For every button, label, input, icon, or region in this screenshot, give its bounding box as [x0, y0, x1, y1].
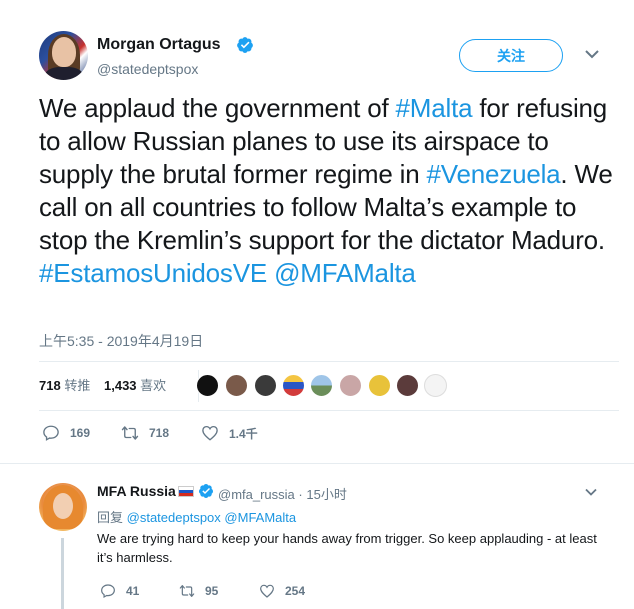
hashtag-estamosunidosve-link[interactable]: #EstamosUnidosVE [39, 258, 267, 288]
liker-avatar[interactable] [424, 374, 447, 397]
meta-separator: · [298, 487, 303, 502]
tweet-text: We applaud the government of #Malta for … [39, 92, 619, 290]
reply-actions: 41 95 254 [97, 581, 597, 601]
liker-avatar[interactable] [225, 374, 248, 397]
divider [0, 463, 634, 464]
reply-meta: @mfa_russia · 15小时 [218, 484, 347, 503]
reply-author-name[interactable]: MFA Russia [97, 483, 176, 499]
replying-to: 回复 @statedeptspox @MFAMalta [97, 507, 296, 526]
retweet-button[interactable]: 95 [178, 581, 218, 601]
retweet-icon [121, 426, 139, 440]
like-stat-label: 喜欢 [140, 378, 167, 393]
reply-text: We are trying hard to keep your hands aw… [97, 531, 597, 565]
retweet-count: 718 [149, 426, 170, 440]
divider [39, 410, 619, 411]
reply-time[interactable]: 15小时 [306, 487, 346, 502]
reply-to-mention[interactable]: @statedeptspox [127, 510, 221, 525]
reply-button[interactable]: 41 [99, 581, 139, 601]
reply-icon [101, 584, 115, 599]
like-icon [260, 584, 274, 598]
author-name[interactable]: Morgan Ortagus [97, 36, 221, 54]
follow-button[interactable]: 关注 [459, 39, 563, 72]
tweet-header: Morgan Ortagus @statedeptspox 关注 [39, 31, 609, 81]
retweet-stat-label: 转推 [64, 378, 91, 393]
hashtag-venezuela-link[interactable]: #Venezuela [427, 159, 561, 189]
reply-to-mention[interactable]: @MFAMalta [224, 510, 296, 525]
verified-icon [198, 484, 213, 498]
chevron-down-icon[interactable] [585, 488, 597, 496]
mention-mfamalta-link[interactable]: @MFAMalta [274, 258, 416, 288]
reply-count: 41 [126, 584, 140, 598]
like-stat[interactable]: 1,433 喜欢 [104, 375, 166, 394]
tweet-timestamp[interactable]: 上午5:35 - 2019年4月19日 [39, 331, 203, 351]
like-icon [202, 425, 218, 441]
tweet-actions: 169 718 1.4千 [39, 420, 619, 446]
author-avatar[interactable] [39, 31, 88, 80]
like-stat-count: 1,433 [104, 378, 137, 393]
russian-flag-icon [178, 486, 194, 497]
hashtag-malta-link[interactable]: #Malta [396, 93, 473, 123]
retweet-icon [179, 585, 195, 597]
reply-icon [43, 425, 59, 441]
liker-avatar[interactable] [368, 374, 391, 397]
thread-line [61, 538, 64, 609]
retweet-stat[interactable]: 718 转推 [39, 375, 90, 394]
like-button[interactable]: 1.4千 [200, 420, 258, 446]
liker-avatar[interactable] [254, 374, 277, 397]
tweet-text-segment [267, 258, 274, 288]
verified-icon [237, 37, 253, 53]
retweet-button[interactable]: 718 [120, 420, 169, 446]
like-count: 254 [285, 584, 306, 598]
tweet-text-segment: We applaud the government of [39, 93, 396, 123]
retweet-count: 95 [205, 584, 219, 598]
author-handle[interactable]: @statedeptspox [97, 61, 198, 77]
liker-avatar[interactable] [310, 374, 333, 397]
liker-avatar[interactable] [396, 374, 419, 397]
liker-avatar[interactable] [339, 374, 362, 397]
like-count: 1.4千 [229, 426, 258, 441]
reply-button[interactable]: 169 [41, 420, 90, 446]
chevron-down-icon[interactable] [585, 49, 599, 59]
reply-author-avatar[interactable] [39, 483, 87, 531]
tweet-stats: 718 转推 1,433 喜欢 [39, 362, 619, 410]
retweet-stat-count: 718 [39, 378, 61, 393]
reply-author-handle[interactable]: @mfa_russia [218, 487, 295, 502]
liker-avatar[interactable] [282, 374, 305, 397]
liker-avatar[interactable] [196, 374, 219, 397]
reply-tweet[interactable]: MFA Russia @mfa_russia · 15小时 回复 @stated… [39, 478, 619, 609]
reply-count: 169 [70, 426, 91, 440]
like-button[interactable]: 254 [258, 581, 305, 601]
reply-prefix: 回复 [97, 510, 124, 525]
